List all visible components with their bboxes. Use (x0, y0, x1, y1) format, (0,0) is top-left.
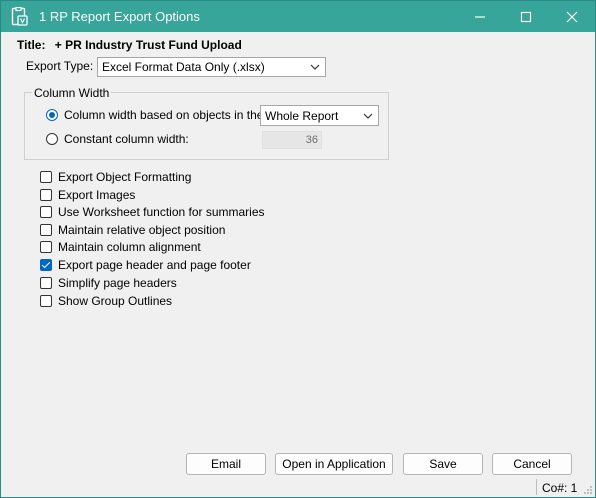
close-button[interactable] (549, 1, 595, 32)
chevron-down-icon (363, 113, 373, 119)
option-label: Use Worksheet function for summaries (58, 205, 265, 219)
checkbox[interactable] (40, 189, 52, 201)
option-label: Show Group Outlines (58, 294, 173, 308)
window-title: 1 RP Report Export Options (39, 9, 200, 24)
column-width-group (24, 92, 389, 160)
option-label: Maintain relative object position (58, 223, 226, 237)
status-divider (536, 479, 537, 495)
minimize-button[interactable] (457, 1, 503, 32)
checkbox[interactable] (40, 295, 52, 307)
save-button[interactable]: Save (403, 453, 483, 475)
constant-width-radio[interactable] (46, 133, 58, 145)
checkbox[interactable] (40, 224, 52, 236)
chevron-down-icon (310, 64, 320, 70)
column-width-scope-select[interactable]: Whole Report (260, 105, 379, 126)
checkbox[interactable] (40, 171, 52, 183)
column-width-scope-value: Whole Report (265, 109, 339, 123)
email-button[interactable]: Email (186, 453, 266, 475)
status-bar (1, 477, 595, 497)
checkbox[interactable] (40, 241, 52, 253)
export-options-window: 1 RP Report Export Options Title: + PR I… (0, 0, 596, 498)
column-width-legend: Column Width (32, 86, 112, 100)
minimize-icon (475, 15, 485, 18)
cancel-button[interactable]: Cancel (492, 453, 572, 475)
close-icon (566, 11, 578, 22)
option-label: Maintain column alignment (58, 240, 201, 254)
maximize-icon (520, 11, 532, 22)
option-label: Simplify page headers (58, 276, 177, 290)
export-type-label: Export Type: (26, 59, 94, 73)
option-label: Export page header and page footer (58, 258, 251, 272)
maximize-button[interactable] (503, 1, 549, 32)
constant-width-input[interactable]: 36 (262, 131, 322, 149)
option-label: Export Object Formatting (58, 170, 192, 184)
export-type-select[interactable]: Excel Format Data Only (.xlsx) (97, 57, 326, 77)
export-type-value: Excel Format Data Only (.xlsx) (102, 60, 265, 74)
report-title-label: Title: (17, 38, 46, 52)
report-title-value: + PR Industry Trust Fund Upload (54, 38, 242, 52)
report-app-icon (11, 6, 29, 27)
checkbox[interactable] (40, 206, 52, 218)
option-label: Export Images (58, 188, 136, 202)
resize-grip-icon[interactable] (583, 485, 593, 495)
column-width-based-radio[interactable] (46, 109, 58, 121)
column-width-based-label: Column width based on objects in the: (64, 108, 267, 122)
checkbox-checked[interactable] (40, 259, 52, 271)
report-title: Title: + PR Industry Trust Fund Upload (17, 38, 242, 52)
company-number: Co#: 1 (542, 481, 578, 495)
title-bar[interactable]: 1 RP Report Export Options (1, 1, 595, 32)
checkbox[interactable] (40, 277, 52, 289)
open-in-application-button[interactable]: Open in Application (275, 453, 393, 475)
constant-width-label: Constant column width: (64, 132, 189, 146)
